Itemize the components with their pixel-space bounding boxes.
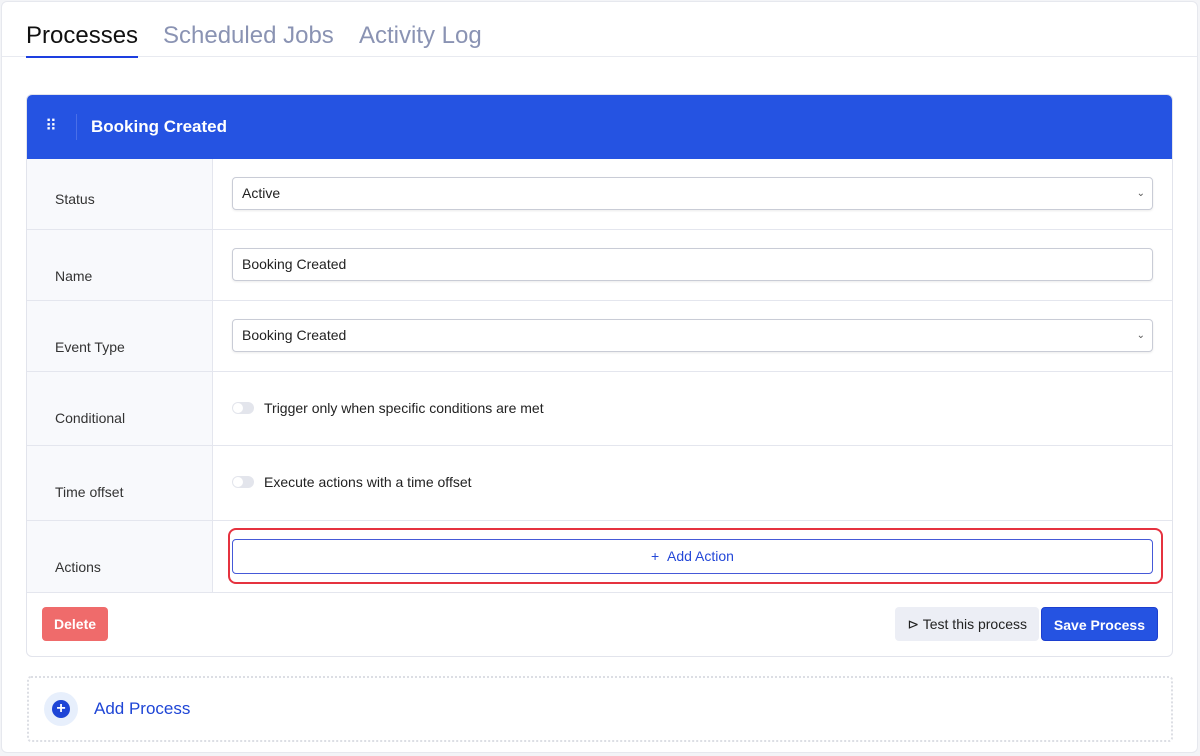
process-title: Booking Created [91, 117, 228, 136]
status-row: Status Active ⌄ [27, 159, 1172, 230]
tab-scheduled-jobs[interactable]: Scheduled Jobs [163, 22, 334, 50]
status-select[interactable]: Active ⌄ [232, 177, 1153, 210]
tab-processes[interactable]: Processes [26, 22, 139, 58]
event-type-select[interactable]: Booking Created ⌄ [232, 319, 1153, 352]
add-process-button[interactable]: + Add Process [27, 676, 1173, 742]
status-label: Status [27, 159, 213, 229]
status-value: Active [242, 185, 281, 201]
play-circle-icon: ⊳ [907, 616, 920, 632]
event-type-label: Event Type [27, 301, 213, 371]
process-footer: Delete ⊳ Test this process Save Process [27, 593, 1172, 656]
chevron-down-icon: ⌄ [1136, 330, 1145, 341]
add-process-label: Add Process [94, 699, 191, 718]
plus-circle-icon: + [52, 700, 70, 718]
actions-label: Actions [27, 521, 213, 592]
drag-handle-icon[interactable]: ⠿ [27, 114, 77, 140]
test-process-label: Test this process [922, 616, 1027, 632]
time-offset-label: Time offset [27, 446, 213, 520]
highlight-box [228, 528, 1163, 584]
save-process-button[interactable]: Save Process [1040, 607, 1158, 641]
delete-button[interactable]: Delete [42, 607, 109, 641]
time-offset-toggle[interactable] [232, 476, 254, 488]
tab-bar: Processes Scheduled Jobs Activity Log [2, 2, 1197, 58]
time-offset-text: Execute actions with a time offset [264, 474, 472, 490]
test-process-button[interactable]: ⊳ Test this process [895, 607, 1039, 641]
process-card: ⠿ Booking Created Status Active ⌄ Name Bo… [26, 94, 1173, 657]
name-input[interactable]: Booking Created [232, 248, 1153, 281]
process-header[interactable]: ⠿ Booking Created [27, 95, 1172, 159]
conditional-row: Conditional Trigger only when specific c… [27, 372, 1172, 446]
time-offset-row: Time offset Execute actions with a time … [27, 446, 1172, 521]
conditional-toggle[interactable] [232, 402, 254, 414]
name-label: Name [27, 230, 213, 300]
event-type-row: Event Type Booking Created ⌄ [27, 301, 1172, 372]
actions-row: Actions + Add Action [27, 521, 1172, 593]
name-row: Name Booking Created [27, 230, 1172, 301]
event-type-value: Booking Created [242, 327, 347, 343]
page-container: Processes Scheduled Jobs Activity Log ⠿ … [1, 1, 1198, 753]
chevron-down-icon: ⌄ [1136, 188, 1145, 199]
conditional-label: Conditional [27, 372, 213, 445]
tab-activity-log[interactable]: Activity Log [359, 22, 482, 50]
conditional-text: Trigger only when specific conditions ar… [264, 400, 544, 416]
